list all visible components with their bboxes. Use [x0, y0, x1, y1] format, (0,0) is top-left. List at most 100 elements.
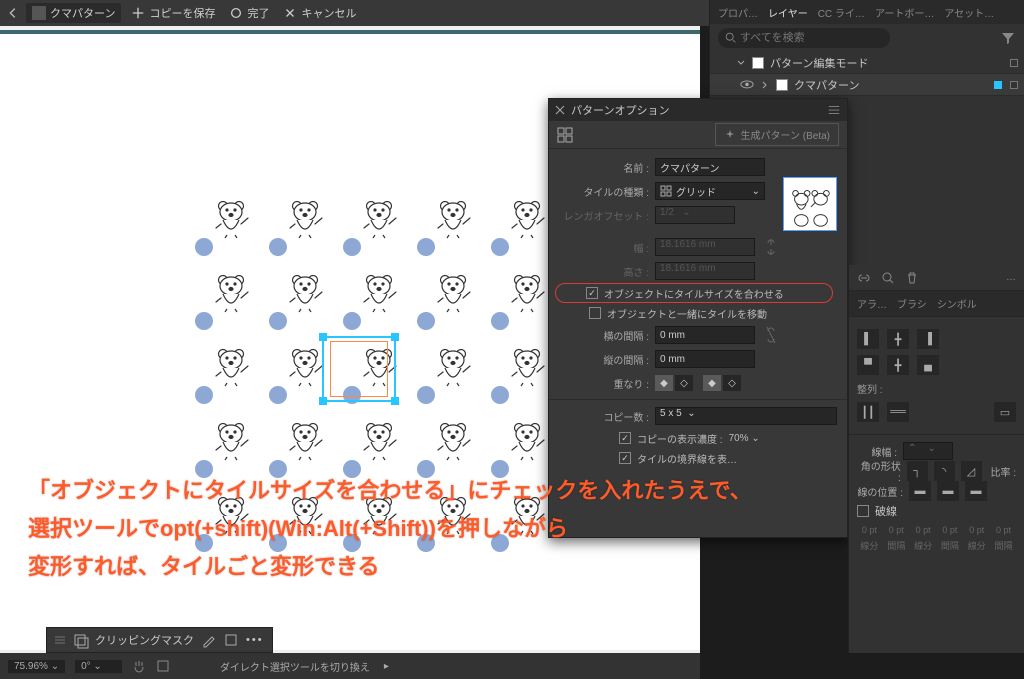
save-copy-button[interactable]: コピーを保存	[127, 3, 219, 23]
overlap-right-button[interactable]: ◇	[675, 375, 693, 391]
dash-checkbox[interactable]	[857, 505, 869, 517]
layer-search-input[interactable]	[718, 28, 890, 48]
panel-header[interactable]: パターンオプション	[549, 99, 847, 121]
chevron-right-icon[interactable]	[760, 80, 770, 90]
cancel-button[interactable]: キャンセル	[279, 3, 360, 23]
pattern-thumbnail[interactable]	[783, 177, 837, 231]
width-label: 幅 :	[559, 240, 649, 255]
overlap-top-button[interactable]: ◆	[703, 375, 721, 391]
back-icon[interactable]	[6, 6, 20, 20]
link-icon[interactable]	[765, 237, 777, 257]
done-button[interactable]: 完了	[225, 3, 273, 23]
overlap-left-button[interactable]: ◆	[655, 375, 673, 391]
hgap-input[interactable]	[655, 326, 755, 344]
rotation-select[interactable]: 0° ⌄	[75, 660, 122, 673]
stroke-center-button[interactable]: ▬	[909, 481, 931, 501]
dot-tile	[195, 238, 213, 256]
dot-tile	[417, 238, 435, 256]
tab-asset[interactable]: アセット…	[944, 5, 994, 20]
tile-selection-frame[interactable]	[322, 336, 396, 402]
more-icon[interactable]: •••	[246, 634, 264, 646]
move-with-object-checkbox-row[interactable]: オブジェクトと一緒にタイルを移動	[559, 303, 837, 323]
stroke-outside-button[interactable]: ▬	[965, 481, 987, 501]
bear-tile	[361, 420, 397, 460]
height-label: 高さ :	[559, 264, 649, 279]
handle-bottom-left[interactable]	[319, 397, 327, 405]
layer-row-root[interactable]: パターン編集モード	[710, 52, 1024, 74]
panel-menu-icon[interactable]	[827, 103, 841, 117]
document-tab[interactable]: クマパターン	[26, 3, 121, 23]
link-off-icon[interactable]	[765, 325, 777, 345]
align-bottom-button[interactable]: ▄	[917, 355, 939, 375]
visibility-icon[interactable]	[740, 80, 754, 89]
align-right-button[interactable]: ▐	[917, 329, 939, 349]
vgap-input[interactable]	[655, 350, 755, 368]
chevron-down-icon[interactable]	[736, 58, 746, 68]
edit-icon[interactable]	[202, 633, 216, 647]
generate-pattern-button[interactable]: 生成パターン (Beta)	[715, 123, 839, 146]
fit-to-object-checkbox[interactable]	[586, 287, 598, 299]
tile-border-row[interactable]: タイルの境界線を表…	[559, 448, 837, 468]
link-icon[interactable]	[857, 271, 871, 285]
fit-to-object-checkbox-row[interactable]: オブジェクトにタイルサイズを合わせる	[555, 283, 833, 303]
bear-tile	[509, 420, 545, 460]
tab-brush[interactable]: ブラシ	[897, 296, 927, 311]
tiletype-select[interactable]: グリッド ⌄	[655, 182, 765, 200]
artboard-nav-icon[interactable]	[156, 659, 170, 673]
target-indicator-selected[interactable]	[994, 81, 1002, 89]
align-left-button[interactable]: ▌	[857, 329, 879, 349]
annotation-overlay: 「オブジェクトにタイルサイズを合わせる」にチェックを入れたうえで、 選択ツールで…	[28, 472, 788, 586]
context-toolbar[interactable]: クリッピングマスク •••	[46, 627, 273, 653]
distribute-h-button[interactable]: ┃┃	[857, 402, 879, 422]
bear-tile	[435, 198, 471, 238]
dot-tile	[343, 312, 361, 330]
corner-round-button[interactable]: ◝	[934, 461, 955, 481]
mask-icon[interactable]	[224, 633, 238, 647]
align-to-button[interactable]: ▭	[994, 402, 1016, 422]
tab-artboard[interactable]: アートボー…	[875, 5, 934, 20]
handle-top-right[interactable]	[391, 333, 399, 341]
close-icon[interactable]	[555, 105, 565, 115]
trash-icon[interactable]	[905, 271, 919, 285]
pattern-type-icon[interactable]	[557, 127, 573, 143]
copy-opacity-select[interactable]: 70% ⌄	[729, 433, 779, 444]
copies-select[interactable]: 5 x 5 ⌄	[655, 407, 837, 425]
move-with-object-label: オブジェクトと一緒にタイルを移動	[607, 306, 767, 321]
hand-icon[interactable]	[132, 659, 146, 673]
corner-miter-button[interactable]: ┐	[907, 461, 928, 481]
annotation-line: 変形すれば、タイルごと変形できる	[28, 548, 788, 586]
tile-border-checkbox[interactable]	[619, 452, 631, 464]
handle-top-left[interactable]	[319, 333, 327, 341]
stroke-width-input[interactable]: ⌃ ⌄	[903, 442, 953, 460]
copy-opacity-checkbox[interactable]	[619, 432, 631, 444]
layer-swatch-icon	[776, 79, 788, 91]
align-hcenter-button[interactable]: ╋	[887, 329, 909, 349]
stroke-inside-button[interactable]: ▬	[937, 481, 959, 501]
selection-indicator[interactable]	[1010, 81, 1018, 89]
move-with-object-checkbox[interactable]	[589, 307, 601, 319]
layer-row-child[interactable]: クマパターン	[710, 74, 1024, 96]
tab-layers[interactable]: レイヤー	[768, 5, 808, 20]
overlap-bottom-button[interactable]: ◇	[723, 375, 741, 391]
dot-tile	[269, 238, 287, 256]
search-icon[interactable]	[881, 271, 895, 285]
handle-bottom-right[interactable]	[391, 397, 399, 405]
filter-icon[interactable]	[1000, 30, 1016, 46]
copy-opacity-row[interactable]: コピーの表示濃度 : 70% ⌄	[559, 428, 837, 448]
tab-symbol[interactable]: シンボル	[937, 296, 977, 311]
bear-tile	[361, 198, 397, 238]
bear-tile	[509, 346, 545, 386]
tab-properties[interactable]: プロパ…	[718, 5, 758, 20]
corner-bevel-button[interactable]: ◿	[961, 461, 982, 481]
nav-play-icon[interactable]: ▸	[384, 661, 389, 672]
object-bounds	[330, 341, 388, 397]
pattern-name-input[interactable]	[655, 158, 765, 176]
target-indicator[interactable]	[1010, 59, 1018, 67]
align-vcenter-button[interactable]: ╋	[887, 355, 909, 375]
tab-align[interactable]: アラ…	[857, 296, 887, 311]
align-top-button[interactable]: ▀	[857, 355, 879, 375]
zoom-select[interactable]: 75.96% ⌄	[8, 660, 65, 673]
tab-cc[interactable]: CC ライ…	[818, 5, 865, 20]
grip-icon[interactable]	[55, 636, 65, 644]
distribute-v-button[interactable]: ══	[887, 402, 909, 422]
